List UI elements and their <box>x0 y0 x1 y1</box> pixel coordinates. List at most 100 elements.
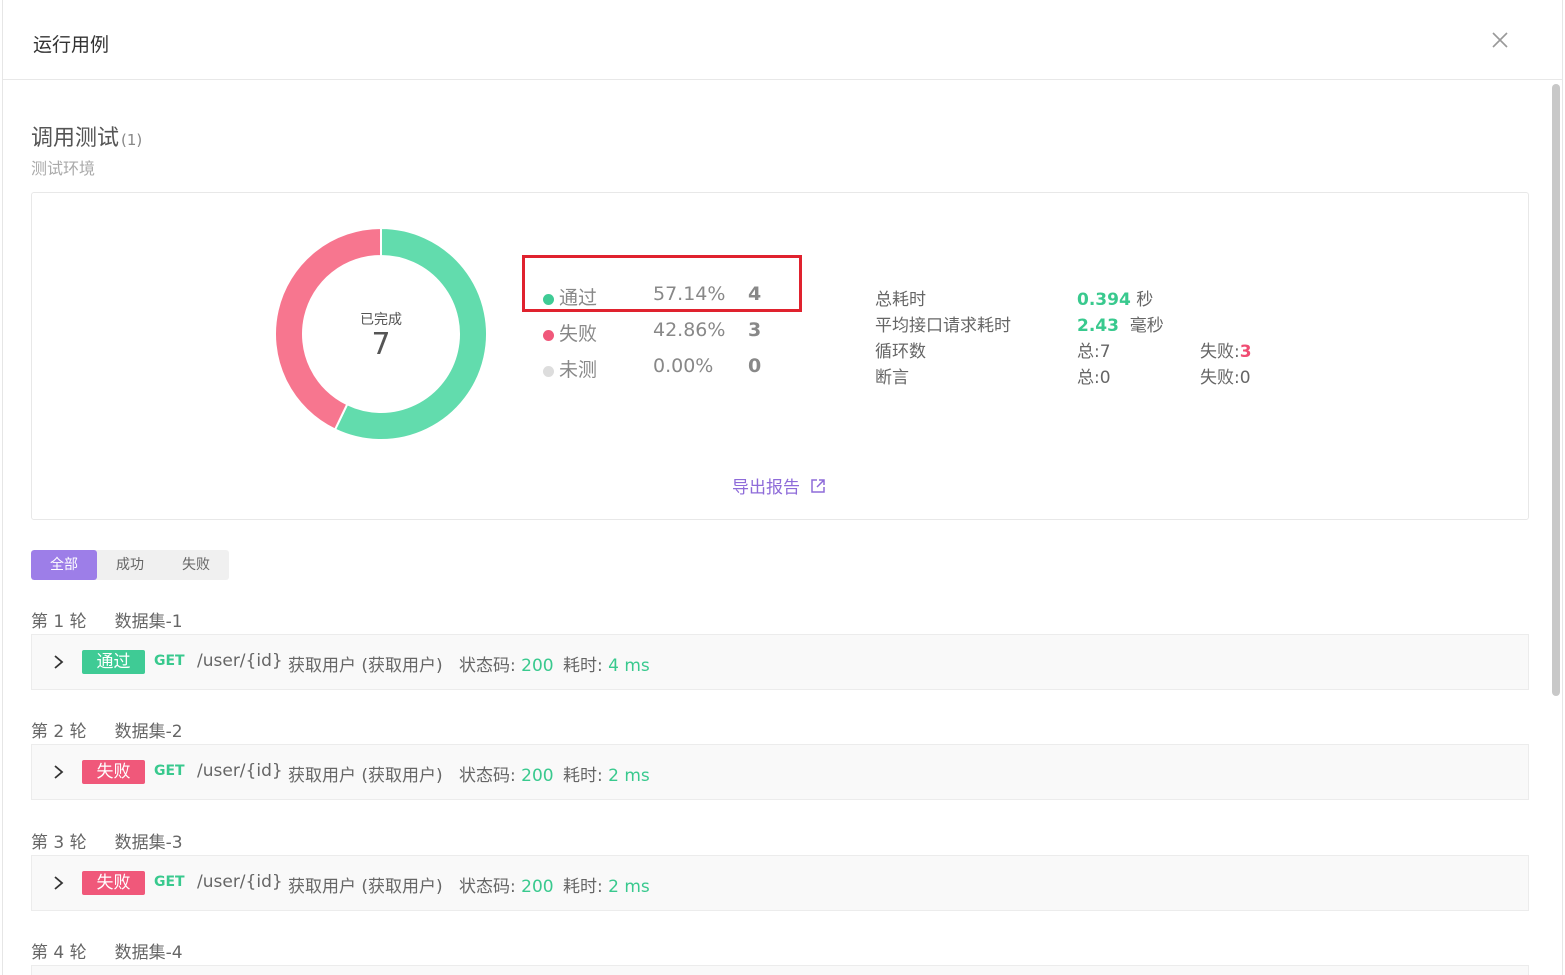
external-link-icon <box>811 478 825 493</box>
stat-label: 断言 <box>875 368 909 388</box>
fail-dot-icon <box>543 330 554 341</box>
elapsed-time-value: 2 ms <box>608 877 650 897</box>
round-label: 第 2 轮 <box>31 722 87 742</box>
request-path: /user/{id} <box>197 872 283 892</box>
chevron-right-icon[interactable] <box>52 873 66 893</box>
status-tag: 失败 <box>82 871 145 895</box>
http-method: GET <box>154 874 185 890</box>
legend-percent: 42.86% <box>653 319 726 341</box>
legend-count: 3 <box>748 319 762 341</box>
stat-value: 2.43 毫秒 <box>1077 311 1164 336</box>
api-name: 获取用户 (获取用户) <box>288 766 443 786</box>
status-code-label: 状态码: <box>459 656 516 676</box>
filter-tabs: 全部 成功 失败 <box>31 550 229 580</box>
filter-tab-all[interactable]: 全部 <box>31 550 97 580</box>
status-code-value: 200 <box>521 766 554 786</box>
stat-label: 平均接口请求耗时 <box>875 316 1011 336</box>
completed-label: 已完成 <box>360 312 402 328</box>
loops-fail-label: 失败: <box>1200 342 1240 362</box>
legend-count: 0 <box>748 355 762 377</box>
export-report-link[interactable]: 导出报告 <box>732 473 826 498</box>
round-label: 第 1 轮 <box>31 612 87 632</box>
untested-dot-icon <box>543 366 554 377</box>
status-code: 状态码: 200 <box>459 872 554 897</box>
export-report-label: 导出报告 <box>732 478 800 498</box>
legend-row-untested: 未测 0.00% 0 <box>543 355 823 385</box>
round-header: 第 1 轮 数据集-1 <box>31 607 183 632</box>
status-code-label: 状态码: <box>459 766 516 786</box>
legend-name: 通过 <box>559 287 598 309</box>
request-row[interactable]: 失败 GET /user/{id} 获取用户 (获取用户) 状态码: 200 耗… <box>31 855 1529 911</box>
api-name: 获取用户 (获取用户) <box>288 877 443 897</box>
elapsed-time-value: 2 ms <box>608 766 650 786</box>
loops-total: 总:7 <box>1077 342 1111 362</box>
environment-label: 测试环境 <box>31 159 96 178</box>
filter-tab-fail[interactable]: 失败 <box>163 550 229 580</box>
scrollbar-thumb[interactable] <box>1552 84 1560 696</box>
stat-label: 总耗时 <box>875 290 926 310</box>
api-name: 获取用户 (获取用户) <box>288 656 443 676</box>
legend-percent: 57.14% <box>653 283 726 305</box>
request-row[interactable]: 失败 GET /user/{id} 获取用户 (获取用户) 状态码: 200 耗… <box>31 744 1529 800</box>
assert-total: 总:0 <box>1077 368 1111 388</box>
stat-loops: 循环数 总:7 失败:3 <box>875 337 1295 363</box>
round-header: 第 3 轮 数据集-3 <box>31 828 183 853</box>
status-code: 状态码: 200 <box>459 761 554 786</box>
round-header: 第 4 轮 数据集-4 <box>31 938 183 963</box>
section-title-text: 调用测试 <box>31 126 120 151</box>
stat-value: 0.394 秒 <box>1077 285 1153 310</box>
donut-center: 已完成 7 <box>274 309 488 361</box>
round-header: 第 2 轮 数据集-2 <box>31 717 183 742</box>
status-code: 状态码: 200 <box>459 651 554 676</box>
pass-dot-icon <box>543 294 554 305</box>
request-row[interactable]: 通过 GET /user/{id} 获取用户 (获取用户) 状态码: 200 耗… <box>31 634 1529 690</box>
modal-header: 运行用例 <box>3 0 1562 80</box>
elapsed-time: 耗时: 4 ms <box>563 651 650 676</box>
legend-count: 4 <box>748 283 762 305</box>
run-case-modal: 运行用例 调用测试(1) 测试环境 已完成 7 通过 57.14% 4 失败 <box>2 0 1563 975</box>
chevron-right-icon[interactable] <box>52 652 66 672</box>
total-time-value: 0.394 <box>1077 290 1131 310</box>
elapsed-time-label: 耗时: <box>563 656 603 676</box>
section-count: (1) <box>121 131 143 149</box>
dataset-label: 数据集-4 <box>114 943 183 963</box>
status-tag: 通过 <box>82 650 145 674</box>
loops-fail-value: 3 <box>1239 342 1252 362</box>
close-icon[interactable] <box>1488 28 1512 52</box>
elapsed-time: 耗时: 2 ms <box>563 761 650 786</box>
chevron-right-icon[interactable] <box>52 762 66 782</box>
legend-name: 未测 <box>559 359 598 381</box>
section-title: 调用测试 (1) <box>31 120 142 152</box>
legend-percent: 0.00% <box>653 355 714 377</box>
status-code-value: 200 <box>521 656 554 676</box>
stat-assertions: 断言 总:0 失败:0 <box>875 363 1295 389</box>
status-tag: 失败 <box>82 760 145 784</box>
elapsed-time-label: 耗时: <box>563 766 603 786</box>
elapsed-time-value: 4 ms <box>608 656 650 676</box>
loops-fail: 失败:3 <box>1200 337 1252 362</box>
summary-card: 已完成 7 通过 57.14% 4 失败 42.86% 3 未测 0.00% 0 <box>31 192 1529 520</box>
round-label: 第 4 轮 <box>31 943 87 963</box>
dataset-label: 数据集-3 <box>114 833 183 853</box>
status-code-value: 200 <box>521 877 554 897</box>
completed-value: 7 <box>371 327 391 362</box>
request-path: /user/{id} <box>197 651 283 671</box>
dataset-label: 数据集-2 <box>114 722 183 742</box>
http-method: GET <box>154 653 185 669</box>
elapsed-time: 耗时: 2 ms <box>563 872 650 897</box>
assert-fail: 失败:0 <box>1200 368 1251 388</box>
round-label: 第 3 轮 <box>31 833 87 853</box>
avg-time-unit: 毫秒 <box>1129 316 1164 336</box>
filter-tab-success[interactable]: 成功 <box>97 550 163 580</box>
total-time-unit: 秒 <box>1136 290 1154 310</box>
legend-row-pass: 通过 57.14% 4 <box>543 283 823 313</box>
request-row[interactable] <box>31 965 1529 975</box>
stat-label: 循环数 <box>875 342 926 362</box>
dataset-label: 数据集-1 <box>114 612 183 632</box>
stat-total-time: 总耗时 0.394 秒 <box>875 285 1295 311</box>
modal-title: 运行用例 <box>33 34 110 56</box>
elapsed-time-label: 耗时: <box>563 877 603 897</box>
stat-avg-time: 平均接口请求耗时 2.43 毫秒 <box>875 311 1295 337</box>
legend-row-fail: 失败 42.86% 3 <box>543 319 823 349</box>
status-code-label: 状态码: <box>459 877 516 897</box>
